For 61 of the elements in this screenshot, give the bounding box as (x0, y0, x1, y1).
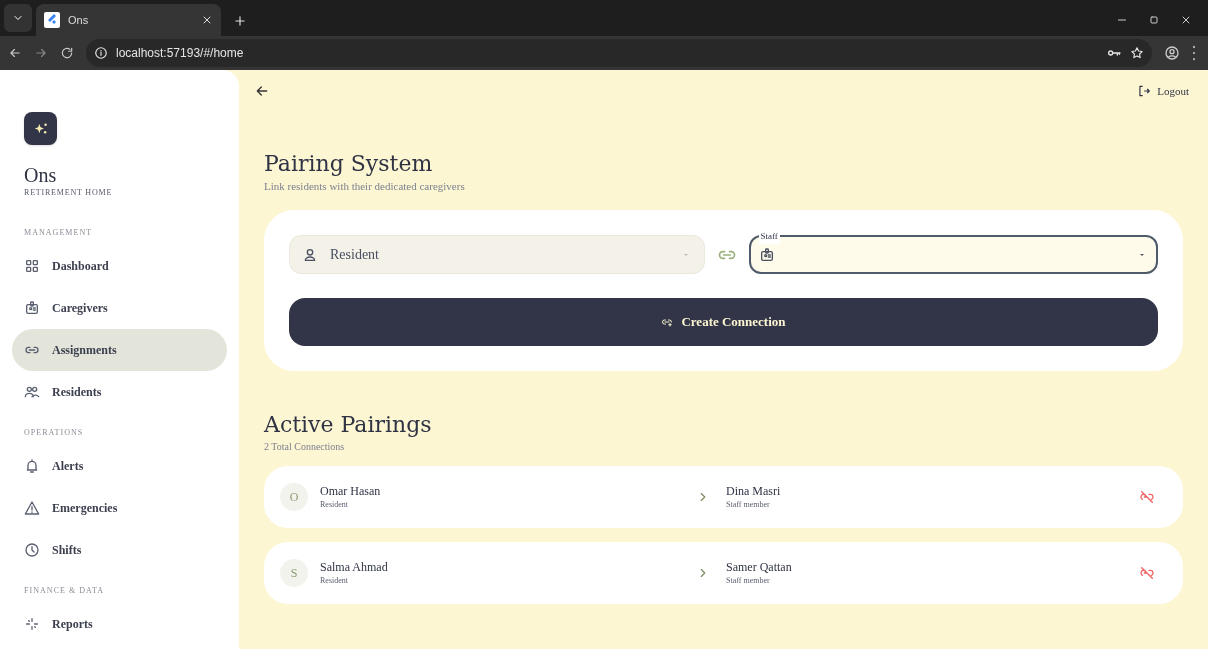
staff-name: Samer Qattan (726, 559, 793, 575)
url-text: localhost:57193/#/home (116, 45, 245, 62)
unlink-icon (1139, 565, 1155, 581)
unlink-button[interactable] (1139, 565, 1155, 581)
close-icon (201, 14, 213, 26)
badge-icon (24, 300, 40, 316)
nav-item[interactable]: Caregivers (12, 287, 227, 329)
restore-icon (1148, 14, 1160, 26)
url-field[interactable]: localhost:57193/#/home (86, 39, 1152, 67)
avatar-initial: S (280, 559, 308, 587)
forward-arrow-icon (34, 46, 48, 60)
nav-item[interactable]: Shifts (12, 529, 227, 571)
sparkle-icon (24, 616, 40, 632)
warning-icon (24, 500, 40, 516)
star-icon (1130, 46, 1144, 60)
connection-count: 2 Total Connections (264, 440, 346, 454)
brand-name: Ons (24, 163, 58, 187)
resident-role: Resident (320, 575, 349, 587)
page-title: Pairing System (264, 149, 434, 178)
tab-title: Ons (68, 12, 90, 28)
avatar-initial: O (280, 483, 308, 511)
info-icon (94, 46, 108, 60)
nav-item[interactable]: Alerts (12, 445, 227, 487)
create-connection-button[interactable]: Create Connection (289, 298, 1158, 346)
page-subtitle: Link residents with their dedicated caregivers (264, 178, 466, 194)
profile-icon (1164, 45, 1180, 61)
nav-item[interactable]: Residents (12, 371, 227, 413)
browser-tab[interactable]: Ons (36, 4, 221, 36)
resident-select[interactable]: Resident (289, 235, 705, 274)
grid-icon (24, 258, 40, 274)
nav-item[interactable]: Assignments (12, 329, 227, 371)
resident-name: Salma Ahmad (320, 559, 389, 575)
staff-role: Staff member (726, 499, 771, 511)
nav-item[interactable]: Reports (12, 603, 227, 645)
reload-icon (60, 46, 74, 60)
nav-item[interactable]: Dashboard (12, 245, 227, 287)
clock-icon (24, 542, 40, 558)
section-title: Active Pairings (264, 411, 433, 439)
bell-icon (24, 458, 40, 474)
section-label: OPERATIONS (24, 427, 85, 439)
staff-role: Staff member (726, 575, 771, 587)
app-logo-icon (44, 12, 60, 28)
section-label: FINANCE & DATA (24, 585, 106, 597)
people-icon (24, 384, 40, 400)
logout-icon (1137, 84, 1152, 99)
new-tab-icon (233, 14, 247, 28)
link-plus-icon (661, 316, 674, 328)
resident-name: Omar Hasan (320, 483, 382, 499)
resident-role: Resident (320, 499, 349, 511)
unlink-button[interactable] (1139, 489, 1155, 505)
section-label: MANAGEMENT (24, 227, 94, 239)
close-window-icon (1180, 14, 1192, 26)
staff-name: Dina Masri (726, 483, 782, 499)
person-icon (302, 246, 318, 263)
logout-button[interactable]: Logout (1137, 83, 1189, 100)
nav-item[interactable]: Emergencies (12, 487, 227, 529)
badge-icon (758, 246, 775, 263)
more-vertical-icon (1192, 45, 1196, 61)
back-arrow-icon (8, 46, 22, 60)
unlink-icon (1139, 489, 1155, 505)
brand-tagline: RETIREMENT HOME (24, 187, 114, 199)
